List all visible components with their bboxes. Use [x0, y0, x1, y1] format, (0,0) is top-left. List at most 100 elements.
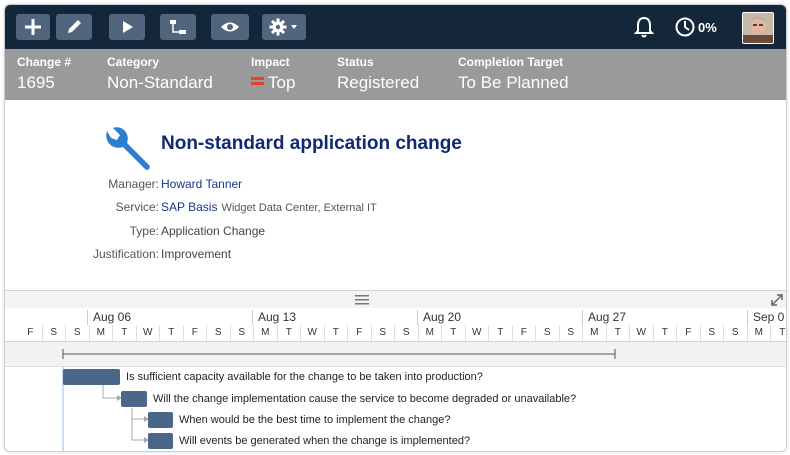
- day-cell: S: [66, 325, 90, 341]
- user-photo: [743, 13, 773, 43]
- day-cell: M: [583, 325, 607, 341]
- status-label: Status: [337, 55, 374, 69]
- category-value: Non-Standard: [107, 73, 213, 92]
- category-field: Category Non-Standard: [107, 55, 213, 93]
- task-label: When would be the best time to implement…: [179, 414, 451, 426]
- change-number-value: 1695: [17, 73, 55, 92]
- day-cell: F: [348, 325, 372, 341]
- avatar[interactable]: [742, 12, 774, 44]
- service-link[interactable]: SAP Basis: [161, 200, 217, 214]
- manager-label: Manager:: [108, 177, 159, 191]
- type-value: Application Change: [161, 224, 266, 238]
- service-provider: Widget Data Center, External IT: [221, 202, 377, 214]
- drag-handle-icon: [355, 295, 369, 305]
- day-cell: F: [19, 325, 43, 341]
- day-cell: W: [630, 325, 654, 341]
- day-cell: M: [748, 325, 771, 341]
- day-cell: S: [536, 325, 560, 341]
- impact-label: Impact: [251, 55, 290, 69]
- task-bar[interactable]: [63, 369, 120, 385]
- month-label: Sep 0: [747, 310, 784, 325]
- day-cell: S: [43, 325, 66, 341]
- day-cell: W: [466, 325, 489, 341]
- service-value-wrap: SAP Basis Widget Data Center, External IT: [161, 200, 377, 214]
- month-label: Aug 20: [417, 310, 461, 325]
- view-button[interactable]: [211, 14, 249, 40]
- impact-value-wrap: Top: [251, 73, 295, 93]
- run-button[interactable]: [109, 14, 145, 40]
- day-cell: S: [724, 325, 748, 341]
- day-cell: S: [395, 325, 419, 341]
- completion-target-value: To Be Planned: [458, 73, 569, 92]
- gantt-task-area: Is sufficient capacity available for the…: [5, 367, 786, 451]
- task-label: Is sufficient capacity available for the…: [126, 371, 483, 383]
- day-cell: T: [325, 325, 348, 341]
- day-cell: S: [701, 325, 724, 341]
- caret-down-icon: [291, 25, 297, 29]
- app-window: 0% Change # 1695 Category Non-Standard I…: [4, 4, 787, 452]
- impact-level-icon: [251, 76, 264, 87]
- progress-percent: 0%: [698, 19, 717, 35]
- play-icon: [123, 21, 133, 33]
- day-cell: M: [254, 325, 278, 341]
- hierarchy-button[interactable]: [160, 14, 196, 40]
- service-label: Service:: [115, 200, 159, 214]
- completion-target-label: Completion Target: [458, 55, 564, 69]
- gantt-day-header: FSSMTWTFSSMTWTFSSMTWTFSSMTWTFSSMTW: [5, 325, 786, 342]
- notifications-button[interactable]: [634, 13, 654, 41]
- task-bar[interactable]: [148, 433, 173, 449]
- day-cell: F: [677, 325, 701, 341]
- status-value: Registered: [337, 73, 420, 92]
- day-cell: T: [442, 325, 466, 341]
- day-cell: S: [207, 325, 231, 341]
- gantt-summary-row: [5, 342, 786, 367]
- day-cell: T: [278, 325, 301, 341]
- add-button[interactable]: [16, 14, 50, 40]
- day-cell: T: [771, 325, 786, 341]
- settings-button[interactable]: [262, 14, 306, 40]
- summary-timeline: [62, 349, 616, 359]
- day-cell: W: [301, 325, 325, 341]
- day-cell: M: [90, 325, 113, 341]
- impact-field: Impact Top: [251, 55, 295, 93]
- day-cell: T: [654, 325, 677, 341]
- change-number-label: Change #: [17, 55, 72, 69]
- pencil-icon: [68, 20, 81, 33]
- wrench-icon: [106, 127, 150, 170]
- justification-label: Justification:: [92, 247, 159, 261]
- expand-icon[interactable]: [771, 294, 783, 306]
- resize-handle[interactable]: [5, 290, 786, 309]
- change-title: Non-standard application change: [161, 133, 462, 154]
- status-field: Status Registered: [337, 55, 419, 93]
- day-cell: W: [137, 325, 160, 341]
- manager-link[interactable]: Howard Tanner: [161, 177, 242, 191]
- justification-value: Improvement: [161, 247, 232, 261]
- plus-icon: [25, 19, 41, 35]
- day-cell: T: [489, 325, 513, 341]
- bell-icon: [634, 16, 654, 38]
- day-cell: S: [231, 325, 254, 341]
- day-cell: F: [513, 325, 536, 341]
- task-label: Will events be generated when the change…: [179, 435, 471, 447]
- edit-button[interactable]: [56, 14, 92, 40]
- gantt-month-header: Aug 06 Aug 13 Aug 20 Aug 27 Sep 0: [5, 308, 786, 326]
- day-cell: S: [560, 325, 583, 341]
- gear-icon: [269, 18, 297, 36]
- month-label: Aug 13: [252, 310, 296, 325]
- month-label: Aug 27: [582, 310, 626, 325]
- clock-progress-icon: [675, 17, 695, 37]
- month-label: Aug 06: [87, 310, 131, 325]
- change-summary-strip: Change # 1695 Category Non-Standard Impa…: [5, 49, 786, 100]
- task-bar[interactable]: [121, 391, 147, 407]
- task-label: Will the change implementation cause the…: [153, 393, 577, 405]
- top-toolbar: 0%: [5, 5, 786, 49]
- day-cell: S: [372, 325, 395, 341]
- category-label: Category: [107, 55, 160, 69]
- day-cell: M: [419, 325, 442, 341]
- impact-value: Top: [268, 73, 296, 92]
- task-bar[interactable]: [148, 412, 173, 428]
- day-cell: F: [184, 325, 207, 341]
- hierarchy-icon: [170, 20, 186, 34]
- change-number-field: Change # 1695: [17, 55, 71, 93]
- progress-indicator[interactable]: 0%: [674, 13, 717, 41]
